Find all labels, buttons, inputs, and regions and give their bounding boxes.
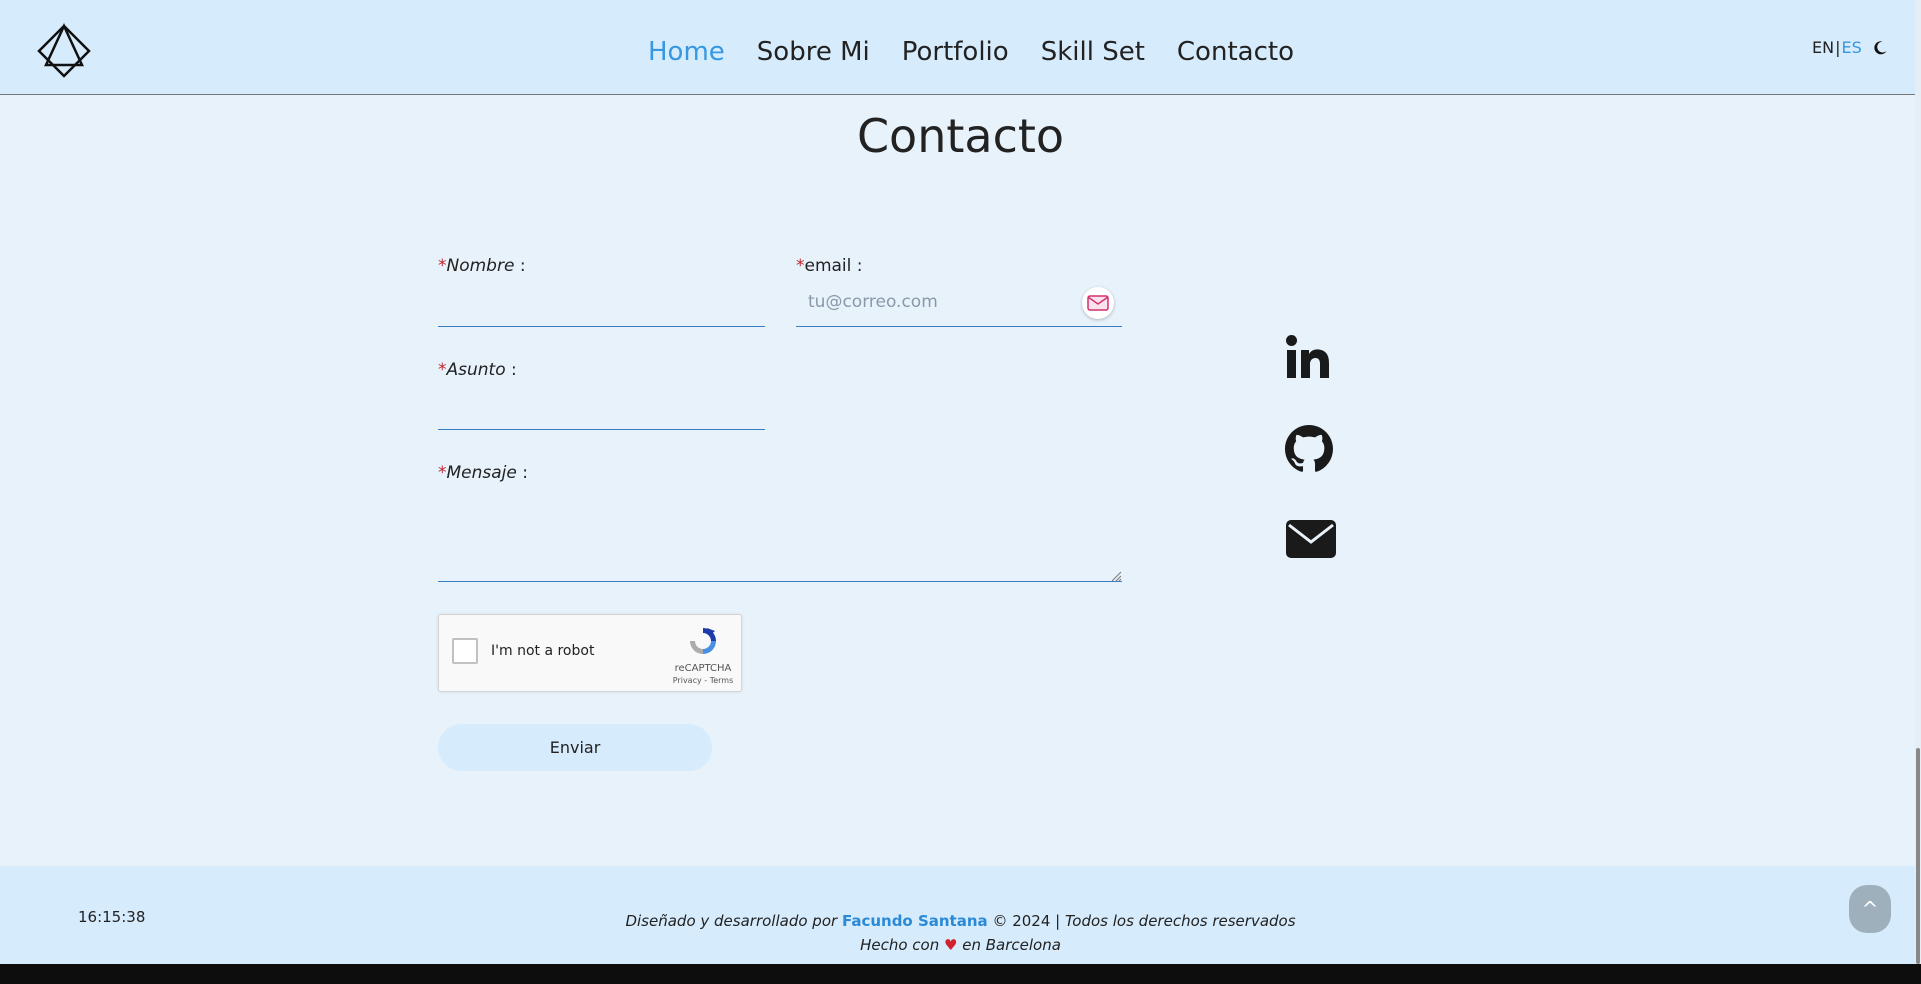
nav-contacto[interactable]: Contacto bbox=[1177, 36, 1294, 68]
nav-home[interactable]: Home bbox=[648, 36, 725, 68]
required-mark: * bbox=[796, 256, 805, 276]
captcha-checkbox[interactable] bbox=[452, 638, 478, 664]
email-label-text: email bbox=[804, 256, 852, 276]
rights-text: Todos los derechos reservados bbox=[1064, 912, 1296, 930]
captcha-brand: reCAPTCHA bbox=[674, 663, 732, 674]
mail-icon[interactable] bbox=[1286, 520, 1336, 558]
lang-es[interactable]: ES bbox=[1841, 38, 1861, 57]
email-field[interactable]: tu@correo.com bbox=[808, 292, 938, 312]
asunto-field[interactable] bbox=[438, 429, 765, 430]
nombre-label-text: Nombre bbox=[446, 256, 515, 276]
language-switcher: EN | ES bbox=[1812, 38, 1888, 57]
captcha-label: I'm not a robot bbox=[491, 643, 595, 659]
made-with-text: Hecho con bbox=[860, 936, 940, 954]
scroll-to-top-button[interactable]: ^ bbox=[1849, 885, 1891, 933]
recaptcha-logo: reCAPTCHA Privacy - Terms bbox=[671, 625, 735, 685]
required-mark: * bbox=[438, 463, 447, 483]
scrollbar-thumb[interactable] bbox=[1916, 748, 1920, 964]
label-suffix: : bbox=[516, 463, 528, 483]
lang-separator: | bbox=[1835, 38, 1841, 57]
asunto-label: *Asunto : bbox=[438, 360, 517, 380]
nav-links: Home Sobre Mi Portfolio Skill Set Contac… bbox=[648, 36, 1326, 68]
resize-handle-icon[interactable] bbox=[1110, 570, 1122, 582]
label-suffix: : bbox=[514, 256, 526, 276]
scrollbar[interactable] bbox=[1915, 0, 1921, 964]
label-suffix: : bbox=[851, 256, 863, 276]
email-field-underline bbox=[796, 326, 1122, 327]
nombre-field[interactable] bbox=[438, 326, 765, 327]
bottom-bar bbox=[0, 964, 1921, 984]
github-icon[interactable] bbox=[1285, 425, 1333, 473]
asunto-label-text: Asunto bbox=[446, 360, 506, 380]
credit-line-2: Hecho con ♥ en Barcelona bbox=[0, 933, 1921, 957]
logo-icon[interactable] bbox=[36, 23, 92, 79]
mensaje-label: *Mensaje : bbox=[438, 463, 528, 483]
recaptcha-icon bbox=[690, 628, 716, 654]
linkedin-icon[interactable] bbox=[1285, 334, 1331, 380]
label-suffix: : bbox=[505, 360, 517, 380]
lang-en[interactable]: EN bbox=[1812, 38, 1834, 57]
required-mark: * bbox=[438, 360, 447, 380]
submit-button[interactable]: Enviar bbox=[438, 724, 712, 771]
email-autofill-icon[interactable] bbox=[1082, 287, 1114, 319]
copyright-year: © 2024 | bbox=[992, 912, 1061, 930]
mensaje-label-text: Mensaje bbox=[446, 463, 517, 483]
city-text: en Barcelona bbox=[962, 936, 1061, 954]
nombre-label: *Nombre : bbox=[438, 256, 526, 276]
email-label: *email : bbox=[796, 256, 863, 276]
nav-sobre-mi[interactable]: Sobre Mi bbox=[757, 36, 870, 68]
credit-line-1: Diseñado y desarrollado por Facundo Sant… bbox=[0, 909, 1921, 933]
navbar: Home Sobre Mi Portfolio Skill Set Contac… bbox=[0, 0, 1921, 95]
page-title: Contacto bbox=[856, 109, 1065, 163]
designed-by-text: Diseñado y desarrollado por bbox=[625, 912, 838, 930]
captcha-links[interactable]: Privacy - Terms bbox=[671, 676, 735, 685]
footer: 16:15:38 Diseñado y desarrollado por Fac… bbox=[0, 866, 1915, 964]
heart-icon: ♥ bbox=[944, 936, 958, 954]
recaptcha-widget: I'm not a robot reCAPTCHA Privacy - Term… bbox=[438, 614, 742, 692]
nav-portfolio[interactable]: Portfolio bbox=[902, 36, 1009, 68]
author-link[interactable]: Facundo Santana bbox=[842, 912, 988, 930]
nav-skill-set[interactable]: Skill Set bbox=[1041, 36, 1145, 68]
footer-credit: Diseñado y desarrollado por Facundo Sant… bbox=[0, 909, 1921, 957]
moon-icon[interactable] bbox=[1872, 40, 1888, 56]
mensaje-textarea[interactable] bbox=[438, 581, 1122, 582]
required-mark: * bbox=[438, 256, 447, 276]
